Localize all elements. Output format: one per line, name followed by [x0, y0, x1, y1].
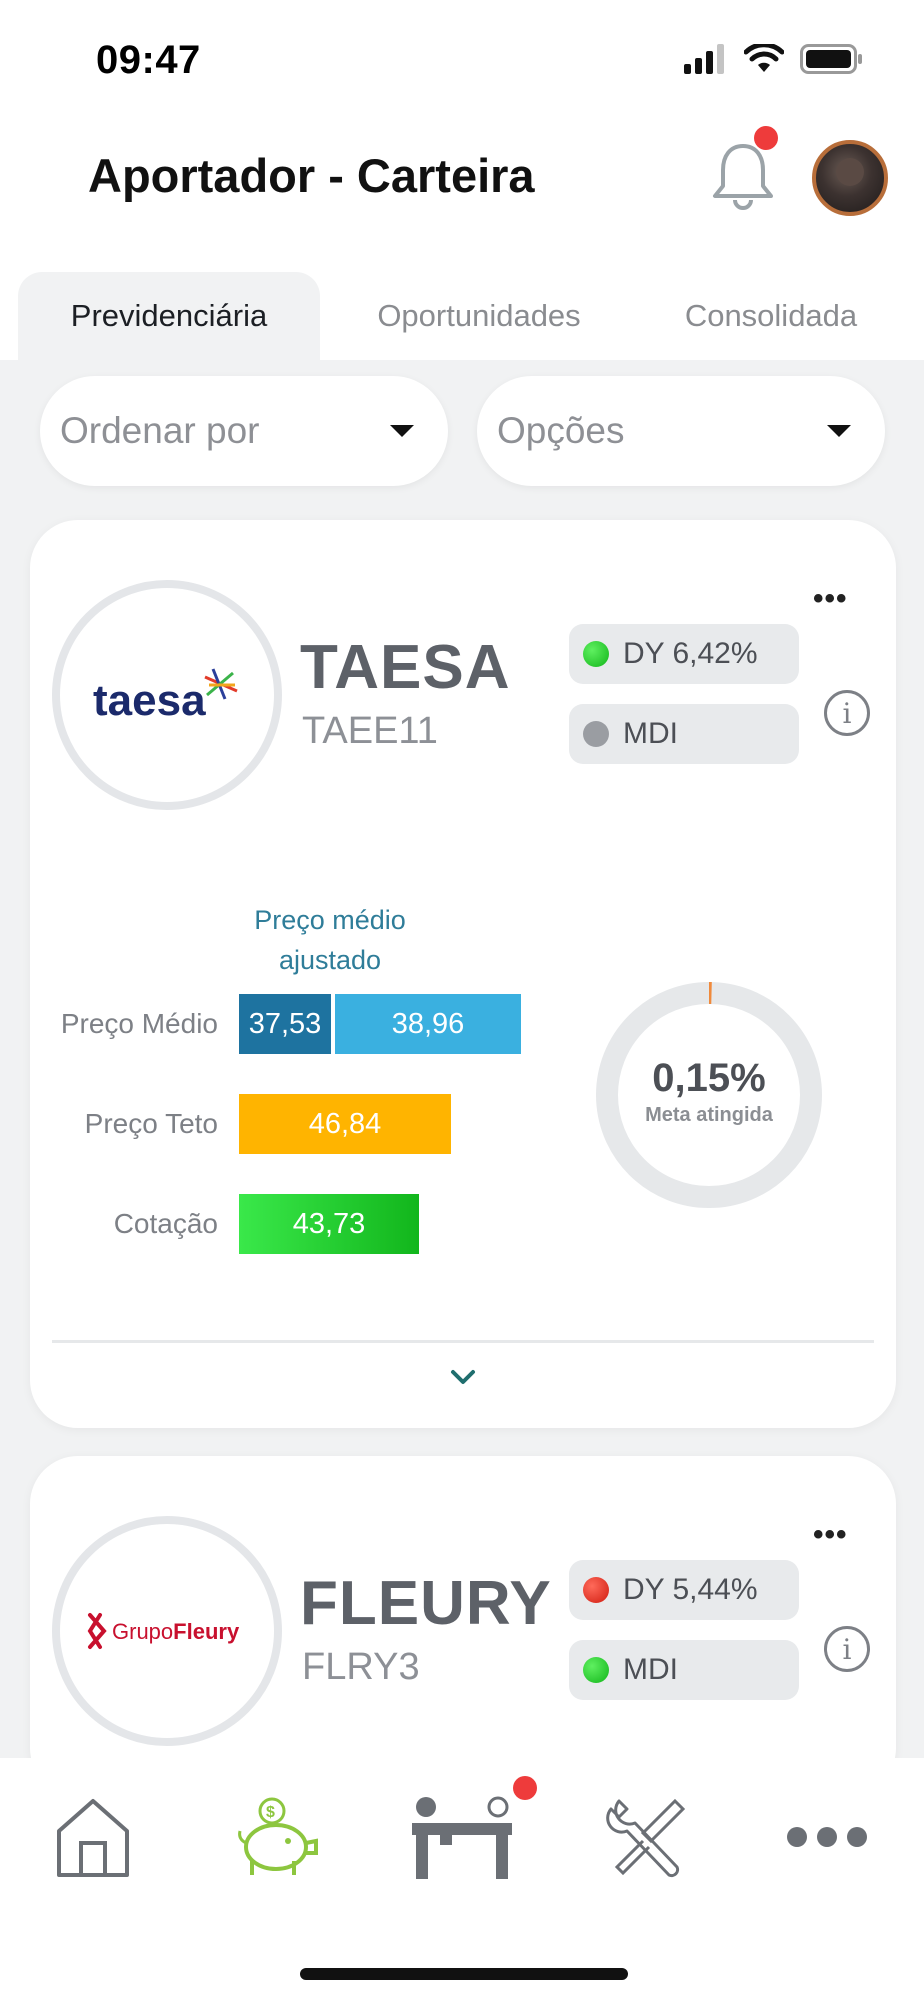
taesa-logo: taesa: [93, 668, 238, 725]
asset-card-taesa: taesa TAESA TAEE11 DY 6,42% MDI ••• i Pr…: [30, 520, 896, 1428]
asset-card-fleury: GrupoFleury FLEURY FLRY3 DY 5,44% MDI ••…: [30, 1456, 896, 1796]
info-icon[interactable]: i: [824, 1626, 870, 1672]
bottom-nav: $: [0, 1758, 924, 2000]
status-bar: 09:47: [0, 0, 924, 120]
status-icons: [684, 44, 864, 74]
mdi-badge: MDI: [569, 704, 799, 764]
options-dropdown-label: Opções: [497, 410, 625, 451]
status-dot-icon: [583, 1577, 609, 1603]
status-dot-icon: [583, 1657, 609, 1683]
goal-label: Meta atingida: [645, 1104, 773, 1126]
company-logo: taesa: [52, 580, 282, 810]
nav-more[interactable]: [772, 1782, 882, 1892]
tab-oportunidades[interactable]: Oportunidades: [338, 272, 620, 360]
nav-home[interactable]: [38, 1782, 148, 1892]
caret-down-icon: [827, 425, 851, 437]
tab-previdenciaria[interactable]: Previdenciária: [18, 272, 320, 360]
status-time: 09:47: [96, 38, 201, 82]
preco-medio-bar: 37,53: [239, 994, 331, 1054]
more-icon: [787, 1827, 867, 1847]
fleury-logo: GrupoFleury: [87, 1613, 240, 1649]
dy-label: DY 5,44%: [623, 1573, 758, 1606]
more-options-icon[interactable]: •••: [813, 582, 848, 616]
signal-icon: [684, 44, 724, 74]
preco-teto-bar: 46,84: [239, 1094, 451, 1154]
info-icon[interactable]: i: [824, 690, 870, 736]
company-name: TAESA: [300, 633, 511, 702]
dy-label: DY 6,42%: [623, 637, 758, 670]
preco-medio-ajustado-bar: 38,96: [335, 994, 521, 1054]
sort-dropdown-label: Ordenar por: [60, 410, 260, 451]
goal-value: 0,15%: [652, 1056, 766, 1100]
piggy-bank-icon: $: [238, 1797, 318, 1875]
wifi-icon: [744, 44, 784, 72]
avatar[interactable]: [812, 140, 888, 216]
preco-teto-label: Preço Teto: [84, 1108, 218, 1139]
sort-dropdown[interactable]: Ordenar por: [40, 376, 448, 486]
chevron-down-icon[interactable]: [448, 1362, 478, 1392]
home-icon: [57, 1799, 129, 1877]
nav-ferramentas[interactable]: [592, 1782, 702, 1892]
dy-badge: DY 6,42%: [569, 624, 799, 684]
desk-icon: [412, 1796, 512, 1879]
ticker: FLRY3: [302, 1646, 420, 1688]
nav-carteira[interactable]: $: [222, 1782, 332, 1892]
mdi-badge: MDI: [569, 1640, 799, 1700]
adjusted-price-label: Preço médio ajustado: [254, 905, 406, 975]
options-dropdown[interactable]: Opções: [477, 376, 885, 486]
page-title: Aportador - Carteira: [88, 149, 535, 202]
ticker: TAEE11: [302, 710, 438, 752]
preco-medio-label: Preço Médio: [60, 1008, 218, 1039]
tools-icon: [606, 1798, 686, 1878]
notification-dot: [754, 126, 778, 150]
bell-icon[interactable]: [708, 140, 778, 214]
cotacao-label: Cotação: [113, 1208, 218, 1239]
status-dot-icon: [583, 641, 609, 667]
home-indicator: [300, 1968, 628, 1980]
more-options-icon[interactable]: •••: [813, 1518, 848, 1552]
mdi-label: MDI: [623, 1653, 678, 1686]
svg-text:$: $: [266, 1804, 275, 1821]
status-dot-icon: [583, 721, 609, 747]
company-logo: GrupoFleury: [52, 1516, 282, 1746]
svg-text:GrupoFleury: GrupoFleury: [112, 1619, 240, 1644]
mdi-label: MDI: [623, 717, 678, 750]
cotacao-bar: 43,73: [239, 1194, 419, 1254]
tab-bar: Previdenciária Oportunidades Consolidada: [0, 272, 924, 360]
company-name: FLEURY: [300, 1569, 552, 1638]
battery-icon: [800, 44, 862, 74]
card-divider: [52, 1340, 874, 1343]
nav-aportes[interactable]: [407, 1782, 517, 1892]
dy-badge: DY 5,44%: [569, 1560, 799, 1620]
caret-down-icon: [390, 425, 414, 437]
tab-consolidada[interactable]: Consolidada: [650, 272, 892, 360]
svg-text:taesa: taesa: [93, 676, 206, 725]
notification-dot: [513, 1776, 537, 1800]
